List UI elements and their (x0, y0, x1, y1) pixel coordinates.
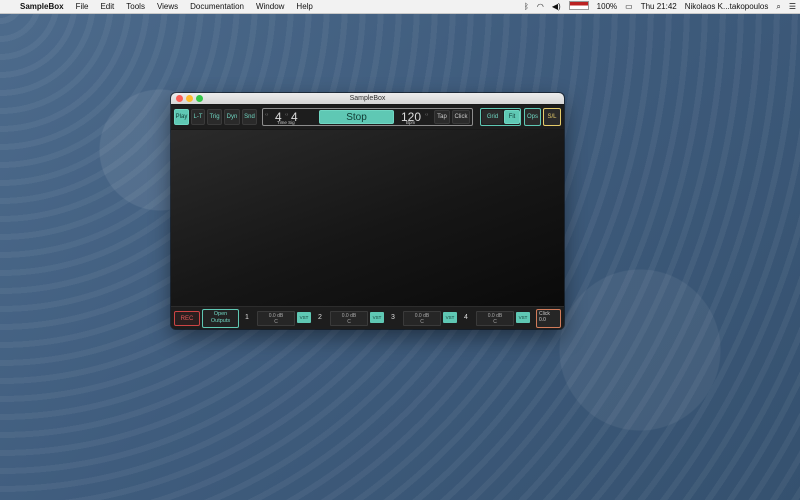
minimize-window-button[interactable] (186, 95, 193, 102)
output-channel-1: 1 0.0 dB C VST (243, 310, 313, 327)
zoom-window-button[interactable] (196, 95, 203, 102)
close-window-button[interactable] (176, 95, 183, 102)
mode-lt-button[interactable]: L-T (191, 109, 205, 125)
spotlight-icon[interactable]: ⌕ (772, 2, 784, 12)
time-sig-label: Time Sig (277, 120, 295, 125)
mode-snd-button[interactable]: Snd (242, 109, 257, 125)
mode-play-button[interactable]: Play (174, 109, 189, 125)
menu-views[interactable]: Views (151, 0, 184, 13)
notification-center-icon[interactable]: ☰ (785, 2, 800, 11)
wifi-icon[interactable]: ◠ (533, 2, 548, 11)
menu-file[interactable]: File (70, 0, 95, 13)
save-load-button[interactable]: S/L (543, 108, 561, 126)
channel-level-pan[interactable]: 0.0 dB C (476, 311, 514, 326)
transport-group: ‹› 4 ‹› 4 Time Sig Stop 120 Bpm ‹› Tap C… (262, 108, 473, 126)
tap-button[interactable]: Tap (434, 110, 450, 124)
samplebox-window: SampleBox Play L-T Trig Dyn Snd ‹› 4 ‹› … (171, 93, 564, 329)
clock[interactable]: Thu 21:42 (637, 2, 681, 11)
channel-number: 2 (318, 314, 322, 321)
battery-icon[interactable]: ▭ (621, 2, 637, 11)
main-canvas[interactable] (171, 130, 564, 306)
channel-vst-button[interactable]: VST (443, 312, 457, 323)
bpm-arrows-icon[interactable]: ‹› (425, 112, 428, 118)
output-channel-3: 3 0.0 dB C VST (389, 310, 459, 327)
user-name[interactable]: Nikolaos K...takopoulos (681, 2, 773, 11)
time-sig-top-arrows-icon[interactable]: ‹› (265, 112, 268, 118)
mode-trig-button[interactable]: Trig (207, 109, 222, 125)
channel-number: 4 (464, 314, 468, 321)
channel-pan: C (493, 319, 497, 325)
menu-documentation[interactable]: Documentation (184, 0, 250, 13)
fit-button[interactable]: Fit (504, 110, 520, 124)
toolbar: Play L-T Trig Dyn Snd ‹› 4 ‹› 4 Time Sig… (171, 105, 564, 129)
menu-bar: SampleBox File Edit Tools Views Document… (0, 0, 800, 14)
channel-pan: C (347, 319, 351, 325)
volume-icon[interactable]: ◀) (548, 2, 565, 11)
channel-number: 3 (391, 314, 395, 321)
status-area: ᛒ ◠ ◀) 100% ▭ Thu 21:42 Nikolaos K...tak… (520, 1, 800, 12)
menu-tools[interactable]: Tools (120, 0, 151, 13)
bpm-label: Bpm (406, 120, 416, 125)
menu-app-name[interactable]: SampleBox (14, 0, 70, 13)
output-bar: REC Open Outputs 1 0.0 dB C VST 2 0.0 dB… (171, 306, 564, 329)
channel-pan: C (274, 319, 278, 325)
battery-text[interactable]: 100% (593, 2, 621, 11)
title-bar[interactable]: SampleBox (171, 93, 564, 104)
time-sig-bottom-arrows-icon[interactable]: ‹› (285, 112, 288, 118)
menu-window[interactable]: Window (250, 0, 290, 13)
channel-vst-button[interactable]: VST (297, 312, 311, 323)
bluetooth-icon[interactable]: ᛒ (520, 2, 533, 11)
channel-level-pan[interactable]: 0.0 dB C (330, 311, 368, 326)
open-outputs-button[interactable]: Open Outputs (202, 309, 239, 328)
ops-button[interactable]: Ops (524, 108, 541, 126)
mode-dyn-button[interactable]: Dyn (224, 109, 240, 125)
rec-button[interactable]: REC (174, 311, 200, 326)
grid-button[interactable]: Grid (482, 110, 503, 124)
input-flag-icon[interactable] (565, 1, 593, 12)
output-channel-2: 2 0.0 dB C VST (316, 310, 386, 327)
view-group: Grid Fit (480, 108, 521, 126)
output-channel-4: 4 0.0 dB C VST (462, 310, 532, 327)
channel-pan: C (420, 319, 424, 325)
stop-button[interactable]: Stop (319, 110, 394, 124)
click-output-value: 0.0 (539, 317, 546, 323)
menu-help[interactable]: Help (290, 0, 318, 13)
channel-level-pan[interactable]: 0.0 dB C (257, 311, 295, 326)
channel-vst-button[interactable]: VST (370, 312, 384, 323)
click-output[interactable]: Click 0.0 (536, 309, 561, 328)
channel-number: 1 (245, 314, 249, 321)
open-outputs-line1: Open (213, 311, 228, 317)
channel-vst-button[interactable]: VST (516, 312, 530, 323)
menu-edit[interactable]: Edit (94, 0, 120, 13)
window-title: SampleBox (349, 95, 386, 102)
click-toggle-button[interactable]: Click (452, 110, 470, 124)
channel-level-pan[interactable]: 0.0 dB C (403, 311, 441, 326)
open-outputs-line2: Outputs (210, 318, 231, 324)
